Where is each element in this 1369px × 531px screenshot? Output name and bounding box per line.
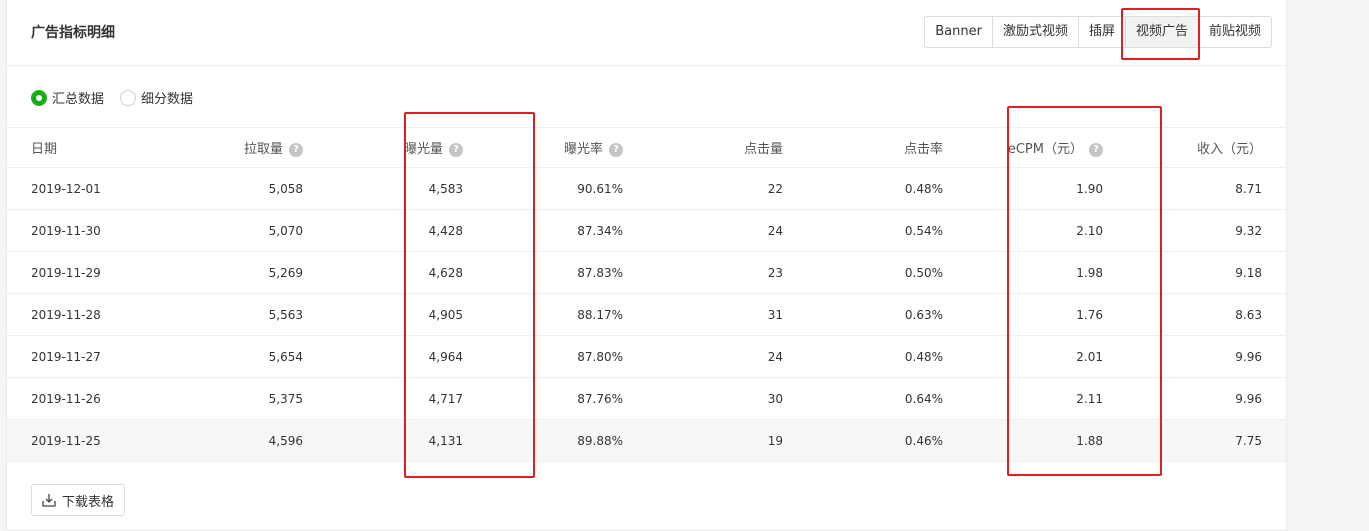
cell-impressions: 4,717 [327,377,487,420]
table-row: 2019-11-27 5,654 4,964 87.80% 24 0.48% 2.01 9.9… [7,335,1286,378]
cell-revenue: 9.96 [1127,335,1286,378]
view-mode-radio-group: 汇总数据 细分数据 [31,88,209,107]
cell-date: 2019-11-27 [7,335,167,378]
tab-preroll-video[interactable]: 前贴视频 [1197,17,1271,47]
cell-impression-rate: 88.17% [487,293,647,336]
cell-revenue: 8.63 [1127,293,1286,336]
cell-requests: 4,596 [167,419,327,462]
cell-requests: 5,058 [167,167,327,210]
cell-ecpm: 1.76 [967,293,1127,336]
cell-impressions: 4,583 [327,167,487,210]
tab-banner[interactable]: Banner [925,17,992,47]
cell-impression-rate: 87.83% [487,251,647,294]
card-header: 广告指标明细 Banner 激励式视频 插屏 视频广告 前贴视频 [7,0,1286,66]
column-header-impression-rate: 曝光率? [487,127,647,168]
tab-interstitial[interactable]: 插屏 [1077,17,1125,47]
column-header-ecpm: eCPM（元）? [967,127,1127,168]
column-header-clicks: 点击量 [647,127,807,168]
cell-clicks: 19 [647,419,807,462]
radio-selected-icon [31,89,47,106]
cell-ctr: 0.46% [807,419,967,462]
metrics-table: 日期 拉取量? 曝光量? 曝光率? 点击量 点击率 eCPM（元）? 收入（元）… [7,127,1286,462]
cell-revenue: 8.71 [1127,167,1286,210]
cell-clicks: 24 [647,209,807,252]
cell-requests: 5,070 [167,209,327,252]
cell-ctr: 0.63% [807,293,967,336]
ad-metrics-card: 广告指标明细 Banner 激励式视频 插屏 视频广告 前贴视频 汇总数据 细分… [6,0,1287,531]
cell-date: 2019-11-25 [7,419,167,462]
table-row: 2019-11-25 4,596 4,131 89.88% 19 0.46% 1.88 7.7… [7,419,1286,462]
cell-impressions: 4,628 [327,251,487,294]
tab-video-ad[interactable]: 视频广告 [1124,17,1198,47]
cell-impressions: 4,964 [327,335,487,378]
cell-requests: 5,375 [167,377,327,420]
download-label: 下载表格 [62,494,115,510]
cell-clicks: 31 [647,293,807,336]
table-row: 2019-11-28 5,563 4,905 88.17% 31 0.63% 1.76 8.6… [7,293,1286,336]
cell-requests: 5,563 [167,293,327,336]
table-header-row: 日期 拉取量? 曝光量? 曝光率? 点击量 点击率 eCPM（元）? 收入（元） [7,127,1286,168]
cell-revenue: 9.96 [1127,377,1286,420]
cell-date: 2019-11-28 [7,293,167,336]
cell-requests: 5,269 [167,251,327,294]
radio-unselected-icon [120,89,137,106]
ad-type-tabs: Banner 激励式视频 插屏 视频广告 前贴视频 [924,16,1272,48]
cell-ctr: 0.50% [807,251,967,294]
cell-revenue: 9.18 [1127,251,1286,294]
radio-summary-data[interactable]: 汇总数据 [31,88,104,107]
table-row: 2019-11-26 5,375 4,717 87.76% 30 0.64% 2.11 9.9… [7,377,1286,420]
help-icon[interactable]: ? [609,143,623,157]
radio-summary-label: 汇总数据 [52,92,105,107]
cell-ecpm: 1.98 [967,251,1127,294]
table-row: 2019-11-30 5,070 4,428 87.34% 24 0.54% 2.10 9.3… [7,209,1286,252]
cell-date: 2019-11-29 [7,251,167,294]
cell-impressions: 4,905 [327,293,487,336]
cell-ecpm: 1.90 [967,167,1127,210]
cell-ctr: 0.48% [807,167,967,210]
card-title: 广告指标明细 [31,25,115,41]
cell-impression-rate: 87.34% [487,209,647,252]
cell-clicks: 24 [647,335,807,378]
cell-ecpm: 2.01 [967,335,1127,378]
cell-clicks: 30 [647,377,807,420]
cell-clicks: 23 [647,251,807,294]
column-header-requests: 拉取量? [167,127,327,168]
download-table-button[interactable]: 下载表格 [31,484,126,516]
cell-ctr: 0.48% [807,335,967,378]
cell-impressions: 4,131 [327,419,487,462]
cell-date: 2019-11-26 [7,377,167,420]
column-header-ctr: 点击率 [807,127,967,168]
cell-date: 2019-12-01 [7,167,167,210]
help-icon[interactable]: ? [1089,143,1103,157]
cell-ecpm: 2.11 [967,377,1127,420]
cell-revenue: 9.32 [1127,209,1286,252]
cell-impression-rate: 87.80% [487,335,647,378]
table-row: 2019-11-29 5,269 4,628 87.83% 23 0.50% 1.98 9.1… [7,251,1286,294]
cell-impression-rate: 90.61% [487,167,647,210]
column-header-impressions: 曝光量? [327,127,487,168]
cell-ctr: 0.54% [807,209,967,252]
column-header-date: 日期 [7,127,167,168]
help-icon[interactable]: ? [449,143,463,157]
cell-date: 2019-11-30 [7,209,167,252]
cell-impression-rate: 89.88% [487,419,647,462]
cell-clicks: 22 [647,167,807,210]
cell-revenue: 7.75 [1127,419,1286,462]
cell-impression-rate: 87.76% [487,377,647,420]
cell-impressions: 4,428 [327,209,487,252]
tab-rewarded-video[interactable]: 激励式视频 [991,17,1078,47]
cell-ecpm: 2.10 [967,209,1127,252]
radio-detail-label: 细分数据 [141,92,194,107]
download-icon [42,494,56,507]
column-header-revenue: 收入（元） [1127,127,1286,168]
cell-ctr: 0.64% [807,377,967,420]
cell-requests: 5,654 [167,335,327,378]
cell-ecpm: 1.88 [967,419,1127,462]
help-icon[interactable]: ? [289,143,303,157]
table-row: 2019-12-01 5,058 4,583 90.61% 22 0.48% 1.90 8.7… [7,167,1286,210]
radio-detail-data[interactable]: 细分数据 [120,88,193,107]
